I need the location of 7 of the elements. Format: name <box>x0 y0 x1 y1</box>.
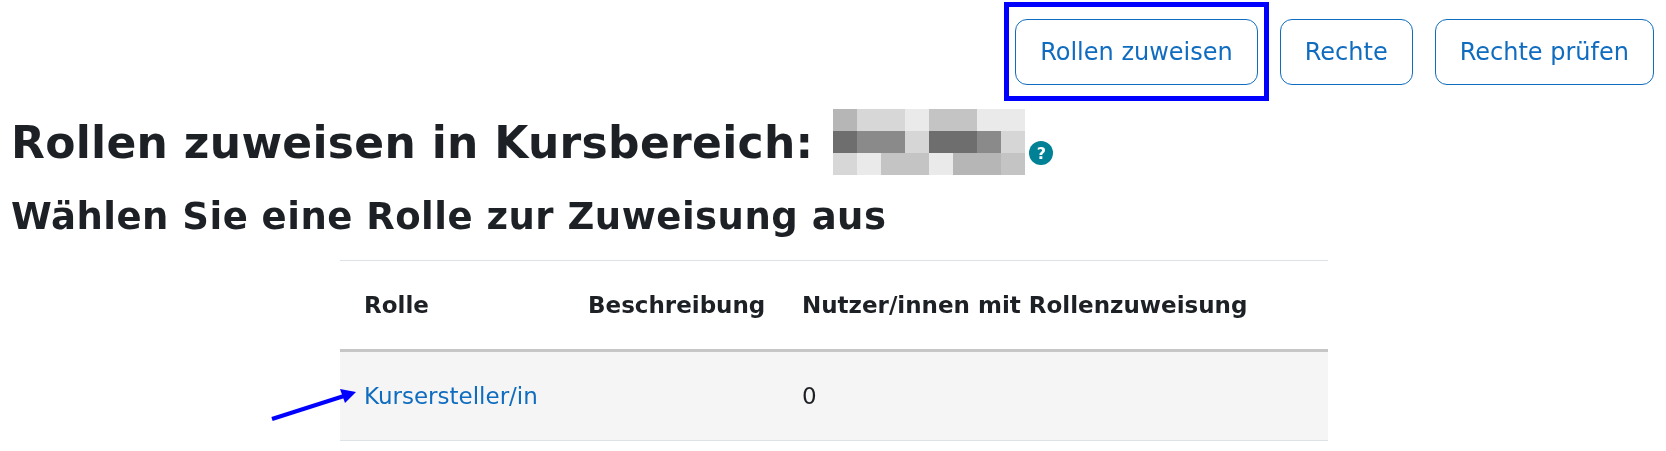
action-button[interactable]: Rechte prüfen <box>1434 19 1654 85</box>
table-cell: 0 <box>802 383 817 409</box>
page-heading: Rollen zuweisen in Kursbereich: <box>11 116 814 168</box>
action-button[interactable]: Rollen zuweisen <box>1015 19 1258 85</box>
help-icon[interactable]: ? <box>1029 141 1054 165</box>
section-heading: Wählen Sie eine Rolle zur Zuweisung aus <box>11 195 888 238</box>
action-button[interactable]: Rechte <box>1279 19 1413 85</box>
